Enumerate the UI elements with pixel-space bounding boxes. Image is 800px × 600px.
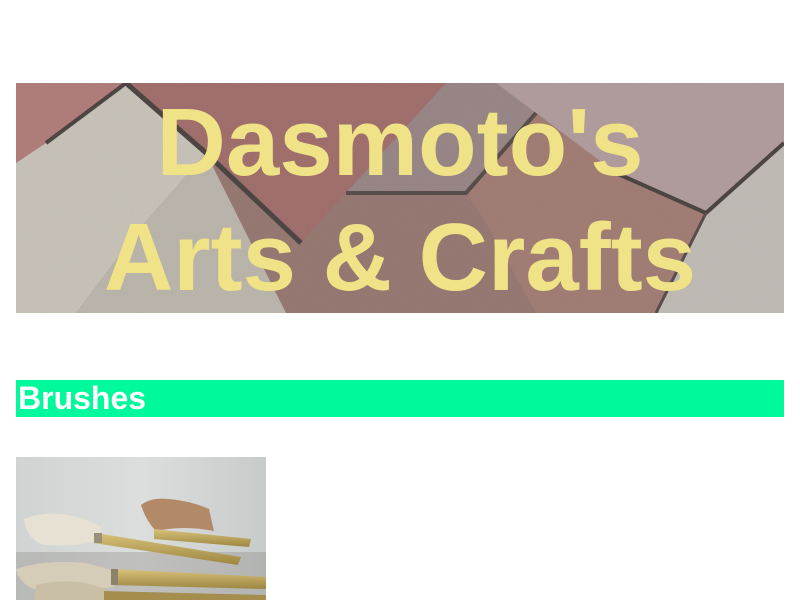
section-heading-brushes: Brushes	[16, 380, 784, 417]
site-title: Dasmoto's Arts & Crafts	[16, 83, 784, 313]
header-banner: Dasmoto's Arts & Crafts	[16, 83, 784, 313]
site-title-line-2: Arts & Crafts	[103, 204, 697, 311]
paint-brushes-image	[16, 457, 266, 600]
brushes-illustration	[16, 457, 266, 600]
site-title-line-1: Dasmoto's	[156, 89, 644, 196]
page: Dasmoto's Arts & Crafts Brushes	[0, 0, 800, 600]
